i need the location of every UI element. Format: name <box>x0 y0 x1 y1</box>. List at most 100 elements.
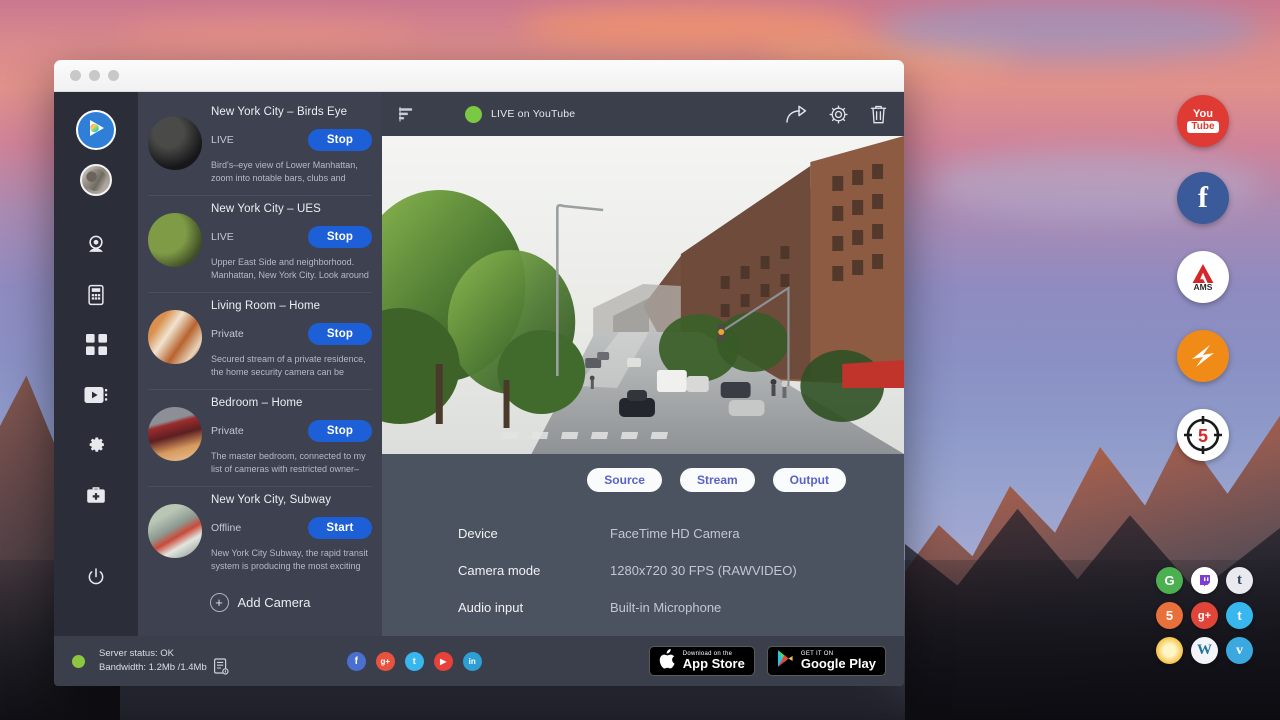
mountain-right <box>905 330 1280 720</box>
camera-list: New York City – Birds Eye LIVE Stop Bird… <box>138 92 382 575</box>
crosshair-five-icon: 5 <box>1180 412 1226 458</box>
server-status-text: Server status: OK Bandwidth: 1.2Mb /1.4M… <box>99 647 207 676</box>
store-line2: Google Play <box>801 657 876 671</box>
desktop-icon-target-five[interactable]: 5 <box>1177 409 1229 461</box>
sidebar-item-cameras[interactable] <box>75 226 117 268</box>
camera-action-button[interactable]: Stop <box>308 226 372 248</box>
server-status-indicator <box>72 655 85 668</box>
desktop-icon-wirecast[interactable] <box>1177 330 1229 382</box>
list-item[interactable]: Bedroom – Home Private Stop The master b… <box>138 389 382 486</box>
desktop-icon-twitter[interactable]: t <box>1226 602 1253 629</box>
list-item[interactable]: New York City – UES LIVE Stop Upper East… <box>138 195 382 292</box>
camera-title: Bedroom – Home <box>211 397 372 409</box>
close-button[interactable] <box>70 70 81 81</box>
sidebar-item-devices[interactable] <box>75 276 117 318</box>
server-status-line: Server status: OK <box>99 647 207 661</box>
sidebar-item-support[interactable] <box>75 476 117 518</box>
grabber-glyph: G <box>1164 573 1174 588</box>
cloud-streak <box>120 20 420 46</box>
sidebar-item-user-avatar[interactable] <box>80 164 112 196</box>
field-value[interactable]: 1280x720 30 FPS (RAWVIDEO) <box>610 563 797 578</box>
desktop-icon-grabber[interactable]: G <box>1156 567 1183 594</box>
trash-icon[interactable] <box>869 104 888 125</box>
field-value[interactable]: Built-in Microphone <box>610 600 721 615</box>
field-label: Device <box>458 526 610 541</box>
video-preview[interactable] <box>382 136 904 454</box>
camera-title: New York City, Subway <box>211 494 372 506</box>
field-device: Device FaceTime HD Camera <box>458 526 904 541</box>
desktop-icon-vimeo[interactable]: v <box>1226 637 1253 664</box>
gear-icon[interactable] <box>828 104 849 125</box>
sidebar-item-apps[interactable] <box>75 326 117 368</box>
first-aid-icon <box>84 485 108 510</box>
sidebar-rail <box>54 92 138 636</box>
camera-action-button[interactable]: Stop <box>308 129 372 151</box>
detail-panel: Source Stream Output Device FaceTime HD … <box>382 454 904 637</box>
social-facebook[interactable]: f <box>347 652 366 671</box>
content-toolbar: LIVE on YouTube <box>382 92 904 136</box>
play-triangle-icon <box>777 649 794 673</box>
desktop-icon-twitch[interactable] <box>1191 567 1218 594</box>
desktop-icon-livestream-five[interactable]: 5 <box>1156 602 1183 629</box>
window-titlebar <box>54 60 904 92</box>
tumblr-glyph: t <box>1237 572 1242 589</box>
list-filter-icon[interactable] <box>398 106 415 123</box>
social-links: f g+ t ▶ in <box>347 652 482 671</box>
app-store-button[interactable]: Download on the App Store <box>649 646 755 676</box>
main-content: LIVE on YouTube <box>382 92 904 636</box>
tab-output[interactable]: Output <box>773 468 846 492</box>
google-play-button[interactable]: GET IT ON Google Play <box>767 646 886 676</box>
camera-list-panel: New York City – Birds Eye LIVE Stop Bird… <box>138 92 382 636</box>
facebook-glyph: f <box>1198 183 1208 213</box>
field-label: Audio input <box>458 600 610 615</box>
youtube-label-you: You <box>1193 109 1213 120</box>
desktop-icon-wordpress[interactable]: W <box>1191 637 1218 664</box>
bandwidth-line: Bandwidth: 1.2Mb /1.4Mb <box>99 661 207 675</box>
desktop-icon-google-plus[interactable]: g+ <box>1191 602 1218 629</box>
tab-source[interactable]: Source <box>587 468 662 492</box>
google-play-text: GET IT ON Google Play <box>801 651 876 671</box>
play-logo-icon <box>85 117 107 144</box>
camera-action-button[interactable]: Stop <box>308 420 372 442</box>
desktop-icon-youtube[interactable]: You Tube <box>1177 95 1229 147</box>
live-indicator-dot <box>465 106 482 123</box>
adobe-a-icon <box>1191 263 1215 284</box>
sidebar-item-settings[interactable] <box>75 426 117 468</box>
camera-thumbnail <box>148 504 202 558</box>
desktop-icon-flickr[interactable] <box>1156 637 1183 664</box>
sidebar-item-broadcast[interactable] <box>75 376 117 418</box>
minimize-button[interactable] <box>89 70 100 81</box>
share-icon[interactable] <box>785 104 808 124</box>
camera-title: New York City – Birds Eye <box>211 106 372 118</box>
log-document-icon[interactable] <box>213 658 229 680</box>
social-twitter[interactable]: t <box>405 652 424 671</box>
app-window: New York City – Birds Eye LIVE Stop Bird… <box>54 60 904 686</box>
desktop: New York City – Birds Eye LIVE Stop Bird… <box>0 0 1280 720</box>
desktop-icon-tumblr[interactable]: t <box>1226 567 1253 594</box>
camera-action-button[interactable]: Start <box>308 517 372 539</box>
live-status: LIVE on YouTube <box>465 106 575 123</box>
add-camera-button[interactable]: + Add Camera <box>138 575 382 636</box>
maximize-button[interactable] <box>108 70 119 81</box>
sidebar-item-app-logo[interactable] <box>76 110 116 150</box>
twitch-icon <box>1198 574 1212 588</box>
desktop-icon-facebook[interactable]: f <box>1177 172 1229 224</box>
camera-description: Bird's–eye view of Lower Manhattan, zoom… <box>211 159 372 185</box>
device-icon <box>86 284 106 311</box>
sidebar-item-power[interactable] <box>75 558 117 600</box>
list-item[interactable]: New York City – Birds Eye LIVE Stop Bird… <box>138 98 382 195</box>
field-value[interactable]: FaceTime HD Camera <box>610 526 740 541</box>
social-linkedin[interactable]: in <box>463 652 482 671</box>
camera-title: New York City – UES <box>211 203 372 215</box>
tab-stream[interactable]: Stream <box>680 468 755 492</box>
field-camera-mode: Camera mode 1280x720 30 FPS (RAWVIDEO) <box>458 563 904 578</box>
camera-action-button[interactable]: Stop <box>308 323 372 345</box>
camera-status: LIVE <box>211 134 308 146</box>
list-item[interactable]: Living Room – Home Private Stop Secured … <box>138 292 382 389</box>
social-youtube[interactable]: ▶ <box>434 652 453 671</box>
five-glyph: 5 <box>1166 608 1173 623</box>
camera-description: Secured stream of a private residence, t… <box>211 353 372 379</box>
list-item[interactable]: New York City, Subway Offline Start New … <box>138 486 382 575</box>
social-google-plus[interactable]: g+ <box>376 652 395 671</box>
desktop-icon-adobe-ams[interactable]: AMS <box>1177 251 1229 303</box>
